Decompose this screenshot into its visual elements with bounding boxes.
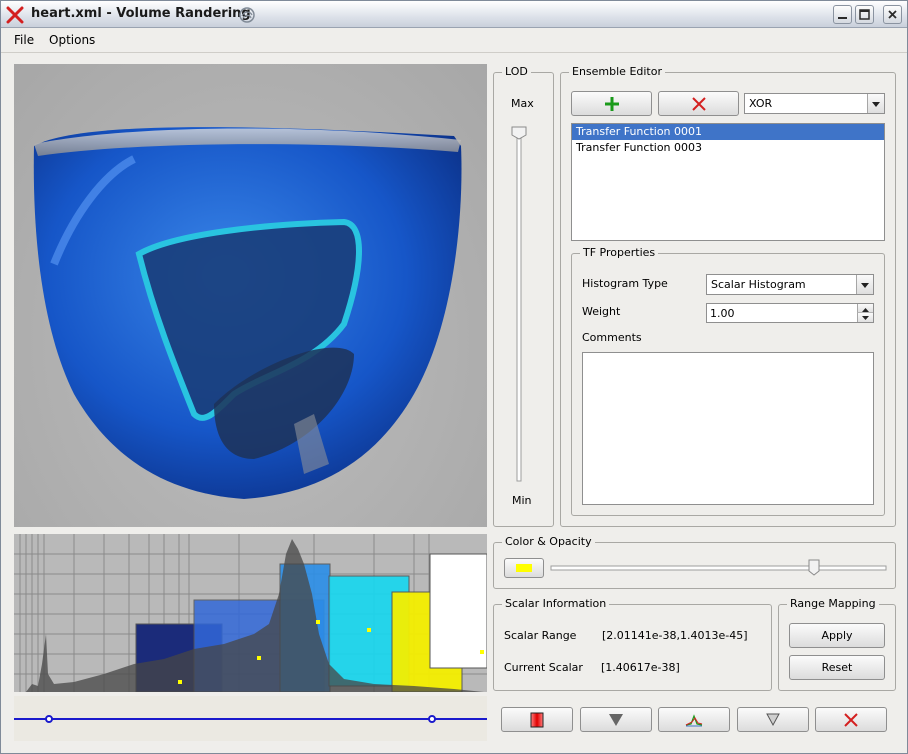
tf-list[interactable]: Transfer Function 0001 Transfer Function… bbox=[571, 123, 885, 241]
histogram-canvas bbox=[14, 534, 487, 692]
chevron-down-icon[interactable] bbox=[867, 94, 884, 113]
swirl-icon bbox=[239, 7, 255, 23]
ensemble-operation-select[interactable]: XOR bbox=[744, 93, 885, 114]
volume-render-view[interactable] bbox=[14, 64, 487, 527]
range-slider[interactable] bbox=[14, 696, 487, 741]
range-slider-track bbox=[14, 715, 487, 723]
chevron-down-icon[interactable] bbox=[856, 275, 873, 294]
tf-properties-group: TF Properties Histogram Type Scalar Hist… bbox=[571, 246, 885, 516]
scalar-information-title: Scalar Information bbox=[502, 597, 610, 610]
lod-slider-handle bbox=[511, 126, 527, 140]
ensemble-editor-title: Ensemble Editor bbox=[569, 65, 665, 78]
ensemble-editor-group: Ensemble Editor XOR Transfer Function 00… bbox=[560, 65, 896, 527]
range-slider-handle-left bbox=[45, 715, 53, 723]
range-slider-handle-right bbox=[428, 715, 436, 723]
main-window: heart.xml - Volume Randering File Option… bbox=[0, 0, 908, 754]
plus-icon bbox=[604, 97, 619, 111]
remove-button[interactable] bbox=[815, 707, 887, 732]
x-icon bbox=[844, 713, 858, 727]
transfer-function-histogram[interactable] bbox=[14, 534, 487, 692]
spin-down-icon[interactable] bbox=[857, 313, 873, 322]
close-icon bbox=[888, 10, 897, 19]
color-opacity-title: Color & Opacity bbox=[502, 535, 595, 548]
lod-slider[interactable] bbox=[508, 123, 532, 485]
opacity-slider-handle bbox=[808, 559, 820, 576]
x-icon bbox=[691, 97, 706, 111]
lod-min-label: Min bbox=[512, 494, 532, 507]
list-item[interactable]: Transfer Function 0001 bbox=[572, 124, 884, 140]
color-opacity-group: Color & Opacity bbox=[493, 535, 896, 589]
scalar-information-group: Scalar Information Scalar Range [2.01141… bbox=[493, 597, 772, 691]
delete-tf-button[interactable] bbox=[658, 91, 739, 116]
app-x-icon bbox=[6, 6, 24, 24]
add-tf-button[interactable] bbox=[571, 91, 652, 116]
maximize-icon bbox=[859, 9, 870, 20]
reset-button[interactable]: Reset bbox=[789, 655, 885, 680]
scalar-range-label: Scalar Range bbox=[504, 629, 577, 642]
colormap-button[interactable] bbox=[501, 707, 573, 732]
lod-title: LOD bbox=[502, 65, 531, 78]
histogram-type-label: Histogram Type bbox=[582, 277, 668, 290]
comments-textarea[interactable] bbox=[582, 352, 874, 505]
menu-bar: File Options bbox=[1, 29, 907, 53]
colormap-icon bbox=[530, 712, 544, 728]
menu-options[interactable]: Options bbox=[49, 33, 95, 47]
title-bar[interactable]: heart.xml - Volume Randering bbox=[1, 1, 907, 28]
range-mapping-title: Range Mapping bbox=[787, 597, 879, 610]
color-swatch-button[interactable] bbox=[504, 558, 544, 578]
minimize-icon bbox=[838, 17, 847, 19]
lod-group: LOD Max Min bbox=[493, 65, 554, 527]
weight-spinbox[interactable]: 1.00 bbox=[706, 303, 874, 323]
ensemble-operation-value: XOR bbox=[749, 97, 773, 110]
heart-volume-image bbox=[33, 127, 462, 499]
current-scalar-value: [1.40617e-38] bbox=[601, 661, 680, 674]
move-down-outline-button[interactable] bbox=[737, 707, 809, 732]
list-item[interactable]: Transfer Function 0003 bbox=[572, 140, 884, 156]
histogram-type-value: Scalar Histogram bbox=[711, 278, 806, 291]
lod-max-label: Max bbox=[511, 97, 534, 110]
current-scalar-label: Current Scalar bbox=[504, 661, 583, 674]
color-swatch bbox=[516, 564, 532, 572]
histogram-type-select[interactable]: Scalar Histogram bbox=[706, 274, 874, 295]
triangle-down-outline-icon bbox=[766, 713, 780, 727]
weight-label: Weight bbox=[582, 305, 621, 318]
apply-button[interactable]: Apply bbox=[789, 623, 885, 648]
comments-label: Comments bbox=[582, 331, 642, 344]
minimize-button[interactable] bbox=[833, 5, 852, 24]
curve-button[interactable] bbox=[658, 707, 730, 732]
scalar-range-value: [2.01141e-38,1.4013e-45] bbox=[602, 629, 748, 642]
spin-up-icon[interactable] bbox=[857, 304, 873, 313]
range-mapping-group: Range Mapping Apply Reset bbox=[778, 597, 896, 691]
tf-properties-title: TF Properties bbox=[580, 246, 659, 259]
move-down-button[interactable] bbox=[580, 707, 652, 732]
curve-icon bbox=[685, 714, 703, 727]
weight-value: 1.00 bbox=[710, 307, 735, 320]
opacity-slider[interactable] bbox=[550, 559, 888, 577]
triangle-down-icon bbox=[609, 714, 623, 726]
menu-file[interactable]: File bbox=[14, 33, 34, 47]
maximize-button[interactable] bbox=[855, 5, 874, 24]
close-window-button[interactable] bbox=[883, 5, 902, 24]
window-title: heart.xml - Volume Randering bbox=[31, 6, 251, 21]
